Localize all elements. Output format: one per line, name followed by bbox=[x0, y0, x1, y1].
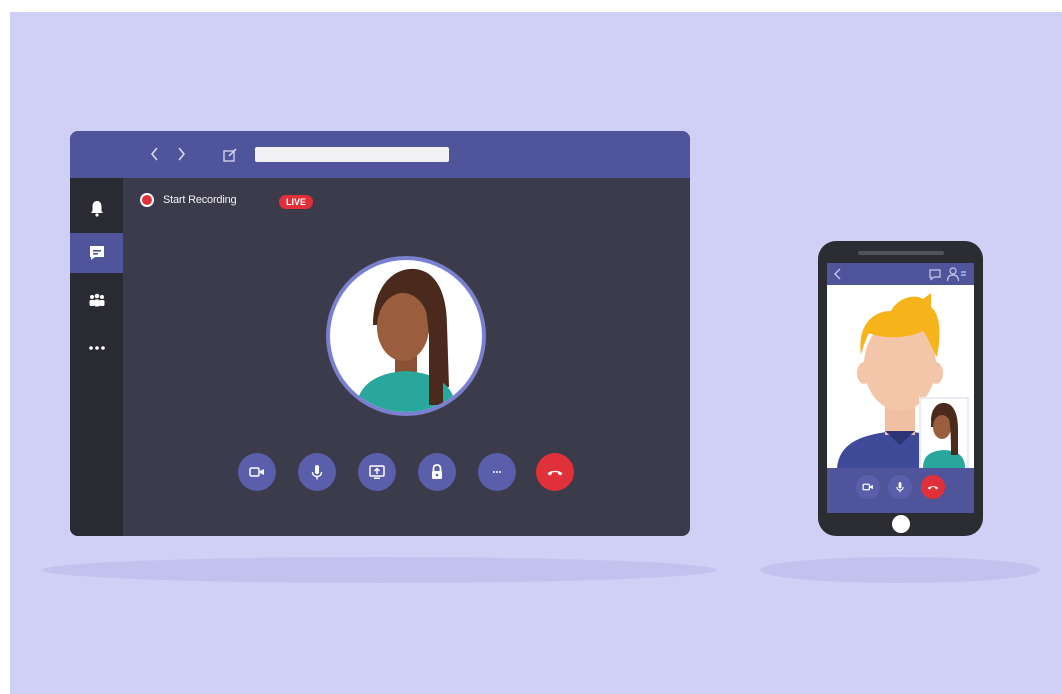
back-icon[interactable] bbox=[832, 267, 844, 281]
forward-arrow-icon[interactable] bbox=[174, 145, 188, 163]
more-options-icon bbox=[493, 471, 501, 473]
live-badge: LIVE bbox=[279, 195, 314, 209]
end-call-icon bbox=[547, 470, 563, 476]
bell-icon bbox=[90, 201, 103, 217]
chat-bubble-icon[interactable] bbox=[928, 267, 942, 281]
lock-icon bbox=[432, 464, 442, 479]
toggle-microphone-button[interactable] bbox=[298, 453, 336, 491]
sidebar-item-more[interactable] bbox=[70, 328, 123, 368]
add-participant-icon[interactable] bbox=[946, 266, 968, 282]
phone-shadow bbox=[760, 557, 1040, 583]
phone-header bbox=[827, 263, 974, 285]
window-shadow bbox=[42, 557, 717, 583]
start-recording-button[interactable]: Start Recording bbox=[140, 193, 237, 207]
sidebar bbox=[70, 178, 123, 536]
sidebar-item-notifications[interactable] bbox=[70, 188, 123, 228]
video-camera-icon bbox=[249, 467, 264, 477]
chat-icon bbox=[89, 246, 104, 260]
phone-home-button[interactable] bbox=[892, 515, 910, 533]
toggle-video-button[interactable] bbox=[238, 453, 276, 491]
participant-avatar bbox=[326, 256, 486, 416]
microphone-icon bbox=[311, 465, 323, 480]
back-arrow-icon[interactable] bbox=[148, 145, 162, 163]
remote-participant-video bbox=[827, 285, 974, 468]
end-call-button[interactable] bbox=[536, 453, 574, 491]
recording-label: Start Recording bbox=[163, 194, 237, 206]
teams-icon bbox=[89, 293, 104, 307]
lock-meeting-button[interactable] bbox=[418, 453, 456, 491]
end-call-icon bbox=[927, 486, 939, 490]
phone-speaker bbox=[858, 251, 944, 255]
more-icon bbox=[88, 346, 105, 350]
compose-icon[interactable] bbox=[222, 147, 238, 163]
title-bar bbox=[70, 131, 690, 178]
video-camera-icon bbox=[862, 483, 873, 491]
phone-toggle-video-button[interactable] bbox=[856, 475, 880, 499]
illustration: Start Recording LIVE bbox=[0, 0, 1062, 694]
phone-end-call-button[interactable] bbox=[921, 475, 945, 499]
phone-toggle-microphone-button[interactable] bbox=[888, 475, 912, 499]
sidebar-item-chat[interactable] bbox=[70, 233, 123, 273]
sidebar-item-teams[interactable] bbox=[70, 280, 123, 320]
share-screen-button[interactable] bbox=[358, 453, 396, 491]
record-icon bbox=[140, 193, 154, 207]
more-options-button[interactable] bbox=[478, 453, 516, 491]
microphone-icon bbox=[896, 482, 904, 493]
share-screen-icon bbox=[369, 465, 385, 479]
address-bar[interactable] bbox=[255, 147, 449, 162]
